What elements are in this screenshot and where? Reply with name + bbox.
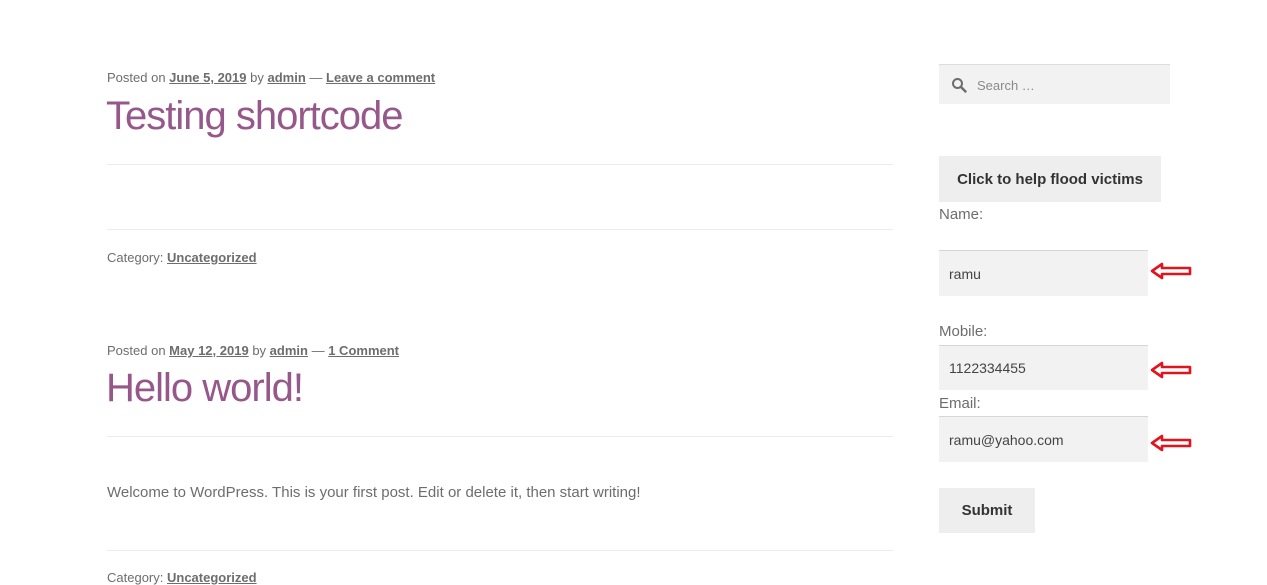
post-category: Category: Uncategorized <box>107 570 257 585</box>
email-field[interactable] <box>939 416 1148 462</box>
post-meta: Posted on May 12, 2019 by admin — 1 Comm… <box>107 343 399 358</box>
arrow-annotation-icon <box>1150 434 1192 452</box>
submit-button[interactable]: Submit <box>939 488 1035 533</box>
comment-link[interactable]: 1 Comment <box>328 343 399 358</box>
divider <box>107 436 893 437</box>
name-label: Name: <box>939 206 984 223</box>
flood-help-button[interactable]: Click to help flood victims <box>939 156 1161 202</box>
by-label: by <box>250 70 264 85</box>
post-meta: Posted on June 5, 2019 by admin — Leave … <box>107 70 435 85</box>
arrow-annotation-icon <box>1150 361 1192 379</box>
category-label: Category: <box>107 250 164 265</box>
post-title[interactable]: Hello world! <box>106 366 304 411</box>
search-box <box>939 64 1170 104</box>
post-title[interactable]: Testing shortcode <box>106 94 404 139</box>
category-link[interactable]: Uncategorized <box>167 570 257 585</box>
mobile-label: Mobile: <box>939 323 988 340</box>
divider <box>107 164 893 165</box>
category-label: Category: <box>107 570 164 585</box>
post-content: Welcome to WordPress. This is your first… <box>107 484 641 501</box>
divider <box>107 229 893 230</box>
separator: — <box>311 343 325 358</box>
author-link[interactable]: admin <box>270 343 308 358</box>
post-date-link[interactable]: May 12, 2019 <box>169 343 249 358</box>
divider <box>107 550 893 551</box>
mobile-field[interactable] <box>939 345 1148 390</box>
arrow-annotation-icon <box>1150 262 1192 280</box>
posted-on-label: Posted on <box>107 70 166 85</box>
name-field[interactable] <box>939 250 1148 296</box>
search-icon[interactable] <box>951 77 967 93</box>
search-input[interactable] <box>975 74 1159 96</box>
category-link[interactable]: Uncategorized <box>167 250 257 265</box>
author-link[interactable]: admin <box>267 70 305 85</box>
posted-on-label: Posted on <box>107 343 166 358</box>
email-label: Email: <box>939 395 981 412</box>
by-label: by <box>252 343 267 358</box>
separator: — <box>309 70 323 85</box>
post-category: Category: Uncategorized <box>107 250 257 265</box>
post-date-link[interactable]: June 5, 2019 <box>169 70 246 85</box>
comment-link[interactable]: Leave a comment <box>326 70 435 85</box>
